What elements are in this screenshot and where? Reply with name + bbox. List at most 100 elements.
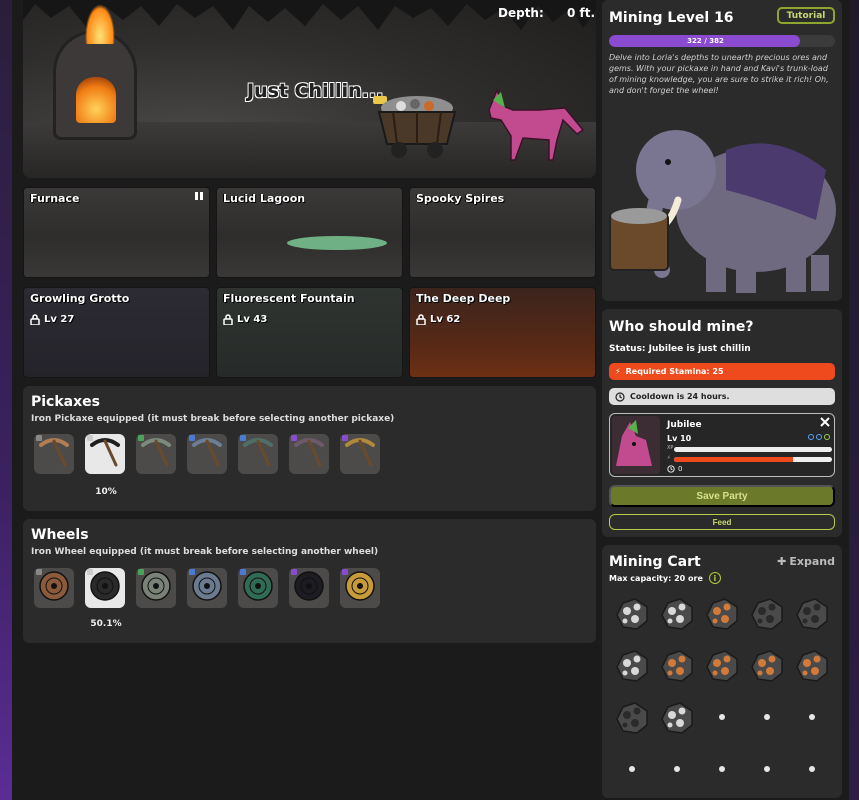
area-card-fluorescent-fountain[interactable]: Fluorescent Fountain Lv 43 <box>216 287 403 378</box>
empty-slot-dot <box>809 714 815 720</box>
close-icon[interactable] <box>820 417 830 427</box>
cart-slot[interactable] <box>657 645 697 685</box>
wheel-icon <box>139 569 173 607</box>
furnace-graphic <box>53 30 137 140</box>
ore-icon <box>616 702 648 734</box>
mining-description: Delve into Loria's depths to unearth pre… <box>609 53 829 95</box>
cart-slot[interactable] <box>612 593 652 633</box>
member-gems-value: 0 <box>678 465 683 473</box>
wheel-option[interactable] <box>187 568 227 608</box>
area-card-growling-grotto[interactable]: Growling Grotto Lv 27 <box>23 287 210 378</box>
mining-level-title: Mining Level 16 <box>609 10 734 26</box>
pickaxe-option[interactable] <box>289 434 329 474</box>
rarity-tag <box>189 435 195 441</box>
cart-slot[interactable] <box>612 697 652 737</box>
cart-slot[interactable] <box>657 593 697 633</box>
feed-button[interactable]: Feed <box>609 514 835 530</box>
party-status: Status: Jubilee is just chillin <box>609 344 751 354</box>
lock-icon <box>416 314 426 325</box>
wheel-option[interactable] <box>136 568 176 608</box>
expand-button[interactable]: ✚ Expand <box>777 555 835 568</box>
cart-slot <box>612 749 652 789</box>
pickaxe-option[interactable] <box>136 434 176 474</box>
cart-slot[interactable] <box>702 593 742 633</box>
area-name: The Deep Deep <box>416 292 511 305</box>
pickaxe-option[interactable] <box>187 434 227 474</box>
party-member-card[interactable]: Jubilee Lv 10 XP ⚡ 0 <box>609 413 835 477</box>
required-stamina-text: Required Stamina: 25 <box>625 367 724 376</box>
cart-slot[interactable] <box>702 645 742 685</box>
pickaxe-option[interactable] <box>34 434 74 474</box>
ore-icon <box>751 598 783 630</box>
wheels-panel: Wheels Iron Wheel equipped (it must brea… <box>23 519 596 643</box>
rarity-tag <box>36 435 42 441</box>
area-lock: Lv 62 <box>416 314 460 325</box>
area-name: Furnace <box>30 192 80 205</box>
cart-slot[interactable] <box>792 593 832 633</box>
wolf-companion-graphic <box>488 87 585 161</box>
ore-icon <box>751 650 783 682</box>
tutorial-button[interactable]: Tutorial <box>777 7 835 24</box>
cart-capacity: Max capacity: 20 ore i <box>609 572 721 584</box>
pickaxe-option[interactable] <box>238 434 278 474</box>
ore-icon <box>706 650 738 682</box>
ore-icon <box>706 598 738 630</box>
pickaxe-option[interactable] <box>340 434 380 474</box>
wheel-option[interactable] <box>238 568 278 608</box>
rarity-tag <box>189 569 195 575</box>
wheel-durability: 50.1% <box>90 619 122 629</box>
area-name: Spooky Spires <box>416 192 505 205</box>
wheel-option[interactable] <box>340 568 380 608</box>
area-card-the-deep-deep[interactable]: The Deep Deep Lv 62 <box>409 287 596 378</box>
pickaxes-title: Pickaxes <box>31 394 100 410</box>
lock-icon <box>30 314 40 325</box>
pickaxe-option[interactable] <box>85 434 125 474</box>
member-gems: 0 <box>667 465 682 473</box>
empty-slot-dot <box>764 714 770 720</box>
lock-level: Lv 62 <box>430 314 461 325</box>
save-party-button[interactable]: Save Party <box>609 485 835 507</box>
member-stamina-label: ⚡ <box>667 455 671 461</box>
lock-icon <box>223 314 233 325</box>
member-xp-bar <box>674 447 832 452</box>
area-card-furnace[interactable]: Furnace <box>23 187 210 278</box>
cart-slot <box>747 749 787 789</box>
mining-xp-bar: 322 / 382 <box>609 35 835 47</box>
plus-icon: ✚ <box>777 555 787 568</box>
clock-icon <box>667 465 675 473</box>
cart-slot <box>792 697 832 737</box>
cart-slot[interactable] <box>657 697 697 737</box>
cart-slot <box>702 749 742 789</box>
ore-icon <box>661 702 693 734</box>
page-edge-left <box>0 0 12 800</box>
member-level: Lv 10 <box>667 434 692 443</box>
rarity-tag <box>342 435 348 441</box>
rarity-tag <box>36 569 42 575</box>
expand-label: Expand <box>789 555 835 568</box>
lightning-icon: ⚡ <box>615 367 621 376</box>
cart-slot[interactable] <box>792 645 832 685</box>
rarity-tag <box>240 569 246 575</box>
area-lock: Lv 43 <box>223 314 267 325</box>
info-icon[interactable]: i <box>708 572 721 584</box>
member-element-dots <box>808 434 830 440</box>
wheel-option[interactable] <box>34 568 74 608</box>
cart-slot <box>747 697 787 737</box>
cart-slot[interactable] <box>747 645 787 685</box>
ore-icon <box>616 650 648 682</box>
wheel-option[interactable] <box>289 568 329 608</box>
pickaxe-durability: 10% <box>95 487 117 497</box>
wheel-icon <box>343 569 377 607</box>
mining-level-card: Mining Level 16 Tutorial 322 / 382 Delve… <box>602 0 842 301</box>
mine-cart-graphic <box>373 96 457 158</box>
cart-slot[interactable] <box>612 645 652 685</box>
cart-slot[interactable] <box>747 593 787 633</box>
rarity-tag <box>138 569 144 575</box>
pickaxe-icon <box>139 435 173 473</box>
wheel-option[interactable] <box>85 568 125 608</box>
party-card: Who should mine? Status: Jubilee is just… <box>602 309 842 537</box>
area-card-spooky-spires[interactable]: Spooky Spires <box>409 187 596 278</box>
member-stamina-bar <box>674 457 832 462</box>
area-name: Fluorescent Fountain <box>223 292 355 305</box>
area-card-lucid-lagoon[interactable]: Lucid Lagoon <box>216 187 403 278</box>
